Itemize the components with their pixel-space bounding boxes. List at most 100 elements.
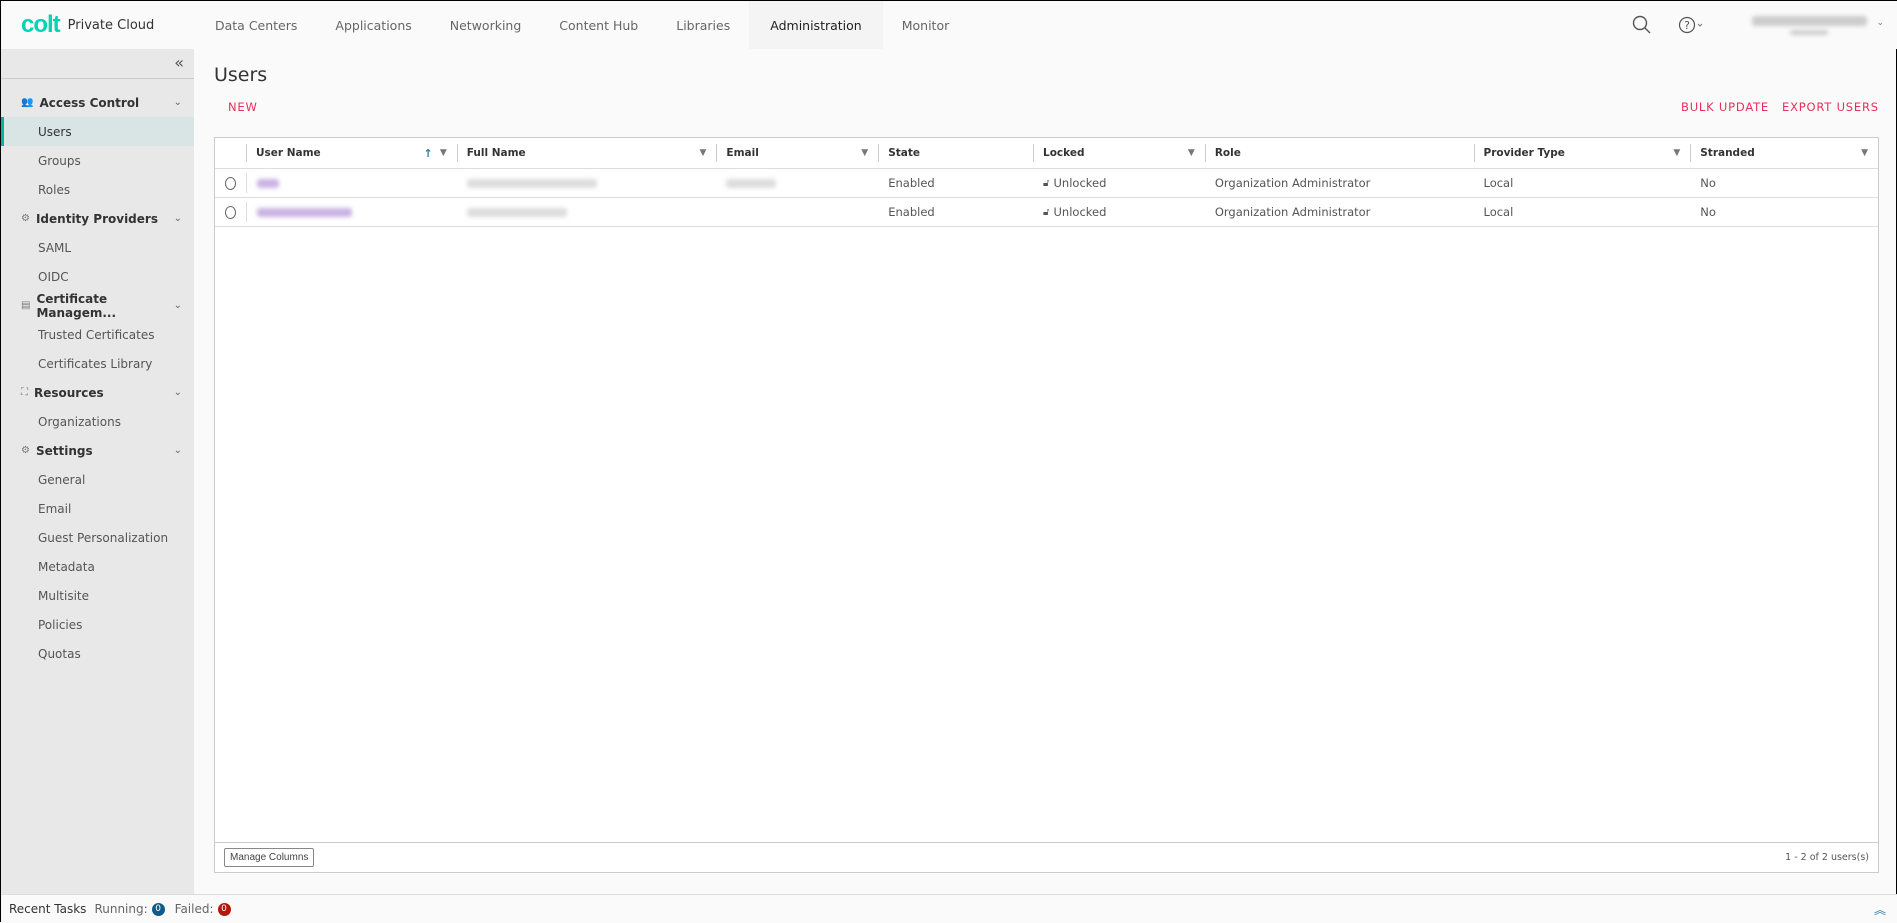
sidebar-item-multisite[interactable]: Multisite [1, 581, 194, 610]
sort-ascending-icon[interactable]: ↑ [424, 147, 433, 160]
running-label: Running: [94, 902, 148, 916]
column-header-stranded[interactable]: Stranded ▼ [1690, 138, 1878, 168]
nav-content-hub[interactable]: Content Hub [540, 1, 657, 49]
unlocked-icon: 🔓︎ [1043, 177, 1050, 189]
column-header-provider-type[interactable]: Provider Type ▼ [1473, 138, 1691, 168]
search-icon[interactable] [1632, 15, 1652, 35]
full-name [466, 207, 567, 217]
sidebar-item-oidc[interactable]: OIDC [1, 262, 194, 291]
column-label: Role [1214, 147, 1241, 159]
sidebar-group-label: Access Control [39, 95, 140, 110]
sidebar-group-label: Identity Providers [35, 211, 158, 226]
help-icon[interactable]: ? [1678, 16, 1704, 34]
user-menu[interactable]: ⌄ [1734, 8, 1884, 42]
column-label: User Name [255, 147, 321, 159]
filter-icon[interactable]: ▼ [1673, 148, 1680, 158]
sidebar-group-identity-providers[interactable]: ⚙ Identity Providers ⌄ [1, 204, 194, 233]
sidebar-item-users[interactable]: Users [1, 117, 194, 146]
filter-icon[interactable]: ▼ [1861, 148, 1868, 158]
filter-icon[interactable]: ▼ [861, 148, 868, 158]
certificate-icon: ▤ [21, 300, 31, 311]
column-header-full-name[interactable]: Full Name ▼ [456, 138, 717, 168]
filter-icon[interactable]: ▼ [699, 148, 706, 158]
sidebar-group-access-control[interactable]: 👥 Access Control ⌄ [1, 88, 194, 117]
nav-networking[interactable]: Networking [431, 1, 541, 49]
table-row[interactable]: Enabled 🔓︎ Unlocked Organization Administ… [215, 198, 1878, 227]
page-title: Users [214, 64, 268, 86]
sidebar-item-organizations[interactable]: Organizations [1, 407, 194, 436]
role: Organization Administrator [1214, 205, 1371, 219]
gear-icon: ⚙ [21, 445, 30, 456]
column-header-user-name[interactable]: User Name ↑ ▼ [245, 138, 457, 168]
row-select-radio[interactable] [225, 205, 236, 219]
column-label: Locked [1043, 147, 1085, 159]
running-count: 0 [151, 902, 165, 916]
chevron-down-icon: ⌄ [173, 445, 182, 456]
recent-tasks-label[interactable]: Recent Tasks [9, 902, 86, 916]
svg-text:?: ? [1684, 19, 1690, 32]
logo[interactable]: colt Private Cloud [21, 11, 196, 39]
grid-header-row: User Name ↑ ▼ Full Name ▼ Email ▼ State Locked ▼ R… [215, 138, 1878, 169]
main-nav: Data Centers Applications Networking Conten… [196, 1, 968, 49]
sidebar-item-metadata[interactable]: Metadata [1, 552, 194, 581]
full-name [466, 178, 597, 188]
sidebar-group-resources[interactable]: ⛶ Resources ⌄ [1, 378, 194, 407]
sidebar-group-label: Certificate Managem... [36, 291, 117, 320]
bulk-update-button[interactable]: BULK UPDATE [1681, 100, 1769, 114]
product-name: Private Cloud [67, 17, 155, 33]
expand-up-icon[interactable]: ︽ [1874, 901, 1886, 918]
sidebar-item-certificates-library[interactable]: Certificates Library [1, 349, 194, 378]
main-content: Users NEW BULK UPDATE EXPORT USERS User … [194, 49, 1897, 894]
column-header-state[interactable]: State [878, 138, 1033, 168]
pagination-count: 1 - 2 of 2 users(s) [1785, 852, 1869, 863]
sidebar-item-guest-personalization[interactable]: Guest Personalization [1, 523, 194, 552]
filter-icon[interactable]: ▼ [440, 148, 447, 158]
filter-icon[interactable]: ▼ [1188, 148, 1195, 158]
sidebar-group-certificate-managem-[interactable]: ▤ Certificate Managem... ⌄ [1, 291, 194, 320]
sidebar: « 👥 Access Control ⌄ Users Groups Roles ⚙ Ident… [1, 49, 194, 894]
column-header-email[interactable]: Email ▼ [716, 138, 878, 168]
column-label: Stranded [1700, 147, 1755, 159]
sidebar-item-general[interactable]: General [1, 465, 194, 494]
sidebar-group-settings[interactable]: ⚙ Settings ⌄ [1, 436, 194, 465]
sidebar-item-saml[interactable]: SAML [1, 233, 194, 262]
sidebar-item-roles[interactable]: Roles [1, 175, 194, 204]
users-grid: User Name ↑ ▼ Full Name ▼ Email ▼ State Locked ▼ R… [214, 137, 1879, 873]
new-button[interactable]: NEW [228, 100, 258, 114]
column-header-locked[interactable]: Locked ▼ [1033, 138, 1205, 168]
nav-data-centers[interactable]: Data Centers [196, 1, 316, 49]
identity-icon: ⚙ [21, 213, 30, 224]
user-name-link[interactable] [257, 178, 279, 188]
chevron-down-icon: ⌄ [173, 213, 182, 224]
nav-administration[interactable]: Administration [749, 1, 883, 49]
sidebar-item-quotas[interactable]: Quotas [1, 639, 194, 668]
sidebar-item-groups[interactable]: Groups [1, 146, 194, 175]
table-row[interactable]: Enabled 🔓︎ Unlocked Organization Administ… [215, 169, 1878, 198]
collapse-sidebar-button[interactable]: « [1, 49, 194, 79]
nav-monitor[interactable]: Monitor [883, 1, 969, 49]
column-header-role[interactable]: Role [1204, 138, 1474, 168]
users-icon: 👥 [21, 97, 34, 108]
nav-applications[interactable]: Applications [316, 1, 430, 49]
row-select-radio[interactable] [225, 176, 236, 190]
chevron-down-icon: ⌄ [173, 387, 182, 398]
chevron-down-icon: ⌄ [1876, 18, 1884, 28]
column-label: Provider Type [1483, 147, 1565, 159]
sidebar-item-email[interactable]: Email [1, 494, 194, 523]
nav-libraries[interactable]: Libraries [657, 1, 749, 49]
stranded: No [1700, 176, 1716, 190]
sidebar-group-label: Settings [35, 443, 93, 458]
chevron-down-icon: ⌄ [173, 97, 182, 108]
manage-columns-button[interactable]: Manage Columns [224, 848, 315, 867]
sidebar-item-trusted-certificates[interactable]: Trusted Certificates [1, 320, 194, 349]
locked: Unlocked [1053, 176, 1107, 190]
top-header: colt Private Cloud Data Centers Applicati… [1, 1, 1897, 49]
provider-type: Local [1483, 205, 1514, 219]
failed-count: 0 [217, 902, 231, 916]
export-users-button[interactable]: EXPORT USERS [1782, 100, 1879, 114]
user-name-link[interactable] [257, 207, 352, 217]
email [726, 178, 777, 188]
column-label: Email [726, 147, 759, 159]
column-label: Full Name [466, 147, 526, 159]
sidebar-item-policies[interactable]: Policies [1, 610, 194, 639]
